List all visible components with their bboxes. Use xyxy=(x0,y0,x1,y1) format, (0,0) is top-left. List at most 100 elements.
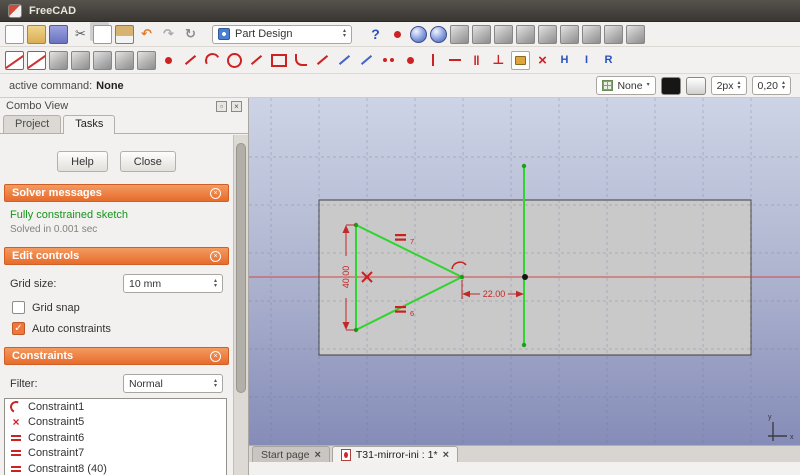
snap-selector[interactable]: None ▾ xyxy=(596,76,655,95)
constrain-horizontal-icon[interactable] xyxy=(445,51,464,70)
constrain-parallel-icon[interactable]: ‖ xyxy=(467,51,486,70)
horizontal-dimension-label[interactable]: 22.00 xyxy=(483,289,506,299)
line-width-select[interactable]: 2px ▴▾ xyxy=(711,76,747,95)
constraint-list-item[interactable]: Constraint1 xyxy=(5,399,226,415)
panel-scrollbar[interactable] xyxy=(233,135,248,475)
constraint-list-item[interactable]: Constraint7 xyxy=(5,446,226,462)
refresh-icon[interactable]: ↻ xyxy=(181,25,200,44)
view-section-icon[interactable] xyxy=(137,51,156,70)
grid-size-value: 10 mm xyxy=(129,278,161,290)
scrollbar-thumb[interactable] xyxy=(236,143,246,393)
toggle-construction-icon[interactable] xyxy=(357,51,376,70)
3d-viewport[interactable]: 40,00 22.00 xyxy=(249,98,800,445)
front-view-icon[interactable] xyxy=(494,25,513,44)
vertical-dimension-label[interactable]: 40,00 xyxy=(341,266,351,289)
help-button[interactable]: Help xyxy=(57,151,108,172)
create-polyline-icon[interactable] xyxy=(247,51,266,70)
copy-icon[interactable] xyxy=(93,25,112,44)
close-tab-icon[interactable]: × xyxy=(443,450,449,460)
point-size-select[interactable]: 0,20 ▴▾ xyxy=(752,76,791,95)
fill-color-swatch[interactable] xyxy=(686,77,706,95)
float-panel-icon[interactable]: ▫ xyxy=(216,101,227,112)
bottom-view-icon[interactable] xyxy=(582,25,601,44)
validate-sketch-icon[interactable] xyxy=(115,51,134,70)
axonometric-view-icon[interactable] xyxy=(472,25,491,44)
create-point-icon[interactable] xyxy=(159,51,178,70)
constraint-list-item[interactable]: Constraint8 (40) xyxy=(5,461,226,475)
create-arc-icon[interactable] xyxy=(203,51,222,70)
file-edit-icon-group: ✂ ↶↷↻ xyxy=(5,25,200,44)
line-color-swatch[interactable] xyxy=(661,77,681,95)
external-geometry-icon[interactable] xyxy=(335,51,354,70)
workbench-selector[interactable]: Part Design ▴▾ xyxy=(212,25,352,44)
collapse-icon[interactable]: × xyxy=(210,351,221,362)
spinner-icon[interactable]: ▴▾ xyxy=(214,279,217,289)
constraint-list-item[interactable]: ×Constraint5 xyxy=(5,415,226,431)
measure-distance-icon[interactable] xyxy=(626,25,645,44)
toolbar-sketcher: ‖⊥ ×HIR xyxy=(0,47,800,74)
tab-tasks[interactable]: Tasks xyxy=(63,115,115,134)
freecad-window: FreeCAD ✂↶↷↻ Part Design ▴▾ ? ‖⊥×HIR act… xyxy=(0,0,800,475)
constrain-distance-vertical-icon[interactable]: I xyxy=(577,51,596,70)
close-button[interactable]: Close xyxy=(120,151,176,172)
close-panel-icon[interactable]: × xyxy=(231,101,242,112)
tab-project[interactable]: Project xyxy=(3,115,61,133)
auto-constraints-checkbox[interactable]: Auto constraints xyxy=(12,322,233,335)
macro-stop-icon[interactable] xyxy=(410,26,427,43)
macro-execute-icon[interactable] xyxy=(430,26,447,43)
open-document-icon[interactable] xyxy=(27,25,46,44)
right-view-icon[interactable] xyxy=(538,25,557,44)
constrain-perpendicular-icon[interactable]: ⊥ xyxy=(489,51,508,70)
map-sketch-icon[interactable] xyxy=(71,51,90,70)
paste-icon[interactable] xyxy=(115,25,134,44)
bars-constraint-icon xyxy=(9,447,23,460)
close-tab-icon[interactable]: × xyxy=(314,450,320,460)
spinner-icon[interactable]: ▴▾ xyxy=(214,379,217,389)
constraint-list-item[interactable]: Constraint6 xyxy=(5,430,226,446)
create-sketch-icon[interactable] xyxy=(5,51,24,70)
constrain-coincident-icon[interactable] xyxy=(379,51,398,70)
filter-select[interactable]: Normal ▴▾ xyxy=(123,374,223,393)
constraint-tag-label: 6 xyxy=(410,309,414,318)
section-solver-messages[interactable]: Solver messages × xyxy=(4,184,229,202)
macro-record-icon[interactable] xyxy=(388,25,407,44)
constraint-list[interactable]: Constraint1×Constraint5Constraint6Constr… xyxy=(4,398,227,475)
create-circle-icon[interactable] xyxy=(225,51,244,70)
fit-all-view-icon[interactable] xyxy=(450,25,469,44)
new-document-icon[interactable] xyxy=(5,25,24,44)
section-constraints[interactable]: Constraints × xyxy=(4,347,229,365)
constrain-vertical-icon[interactable] xyxy=(423,51,442,70)
section-title: Constraints xyxy=(12,350,73,362)
top-view-icon[interactable] xyxy=(516,25,535,44)
sketch-canvas[interactable]: 40,00 22.00 xyxy=(249,98,800,445)
constrain-lock-icon[interactable] xyxy=(511,51,530,70)
grid-snap-checkbox[interactable]: Grid snap xyxy=(12,301,233,314)
create-fillet-icon[interactable] xyxy=(291,51,310,70)
create-line-icon[interactable] xyxy=(181,51,200,70)
rear-view-icon[interactable] xyxy=(560,25,579,44)
grid-size-select[interactable]: 10 mm ▴▾ xyxy=(123,274,223,293)
whatsthis-help-icon[interactable]: ? xyxy=(366,25,385,44)
constrain-radius-icon[interactable]: R xyxy=(599,51,618,70)
trim-edge-icon[interactable] xyxy=(313,51,332,70)
constrain-point-on-object-icon[interactable] xyxy=(401,51,420,70)
view-sketch-icon[interactable] xyxy=(49,51,68,70)
cut-icon[interactable]: ✂ xyxy=(71,25,90,44)
origin-point[interactable] xyxy=(522,274,528,280)
undo-icon[interactable]: ↶ xyxy=(137,25,156,44)
document-tab[interactable]: T31-mirror-ini : 1*× xyxy=(332,446,458,462)
collapse-icon[interactable]: × xyxy=(210,188,221,199)
constrain-symmetric-icon[interactable]: × xyxy=(533,51,552,70)
redo-icon[interactable]: ↷ xyxy=(159,25,178,44)
document-tab[interactable]: Start page× xyxy=(252,446,330,462)
constrain-distance-horizontal-icon[interactable]: H xyxy=(555,51,574,70)
section-title: Edit controls xyxy=(12,250,79,262)
leave-sketch-icon[interactable] xyxy=(27,51,46,70)
collapse-icon[interactable]: × xyxy=(210,251,221,262)
chevron-down-icon: ▴▾ xyxy=(343,29,346,39)
section-edit-controls[interactable]: Edit controls × xyxy=(4,247,229,265)
reorient-sketch-icon[interactable] xyxy=(93,51,112,70)
create-rectangle-icon[interactable] xyxy=(269,51,288,70)
left-view-icon[interactable] xyxy=(604,25,623,44)
save-document-icon[interactable] xyxy=(49,25,68,44)
